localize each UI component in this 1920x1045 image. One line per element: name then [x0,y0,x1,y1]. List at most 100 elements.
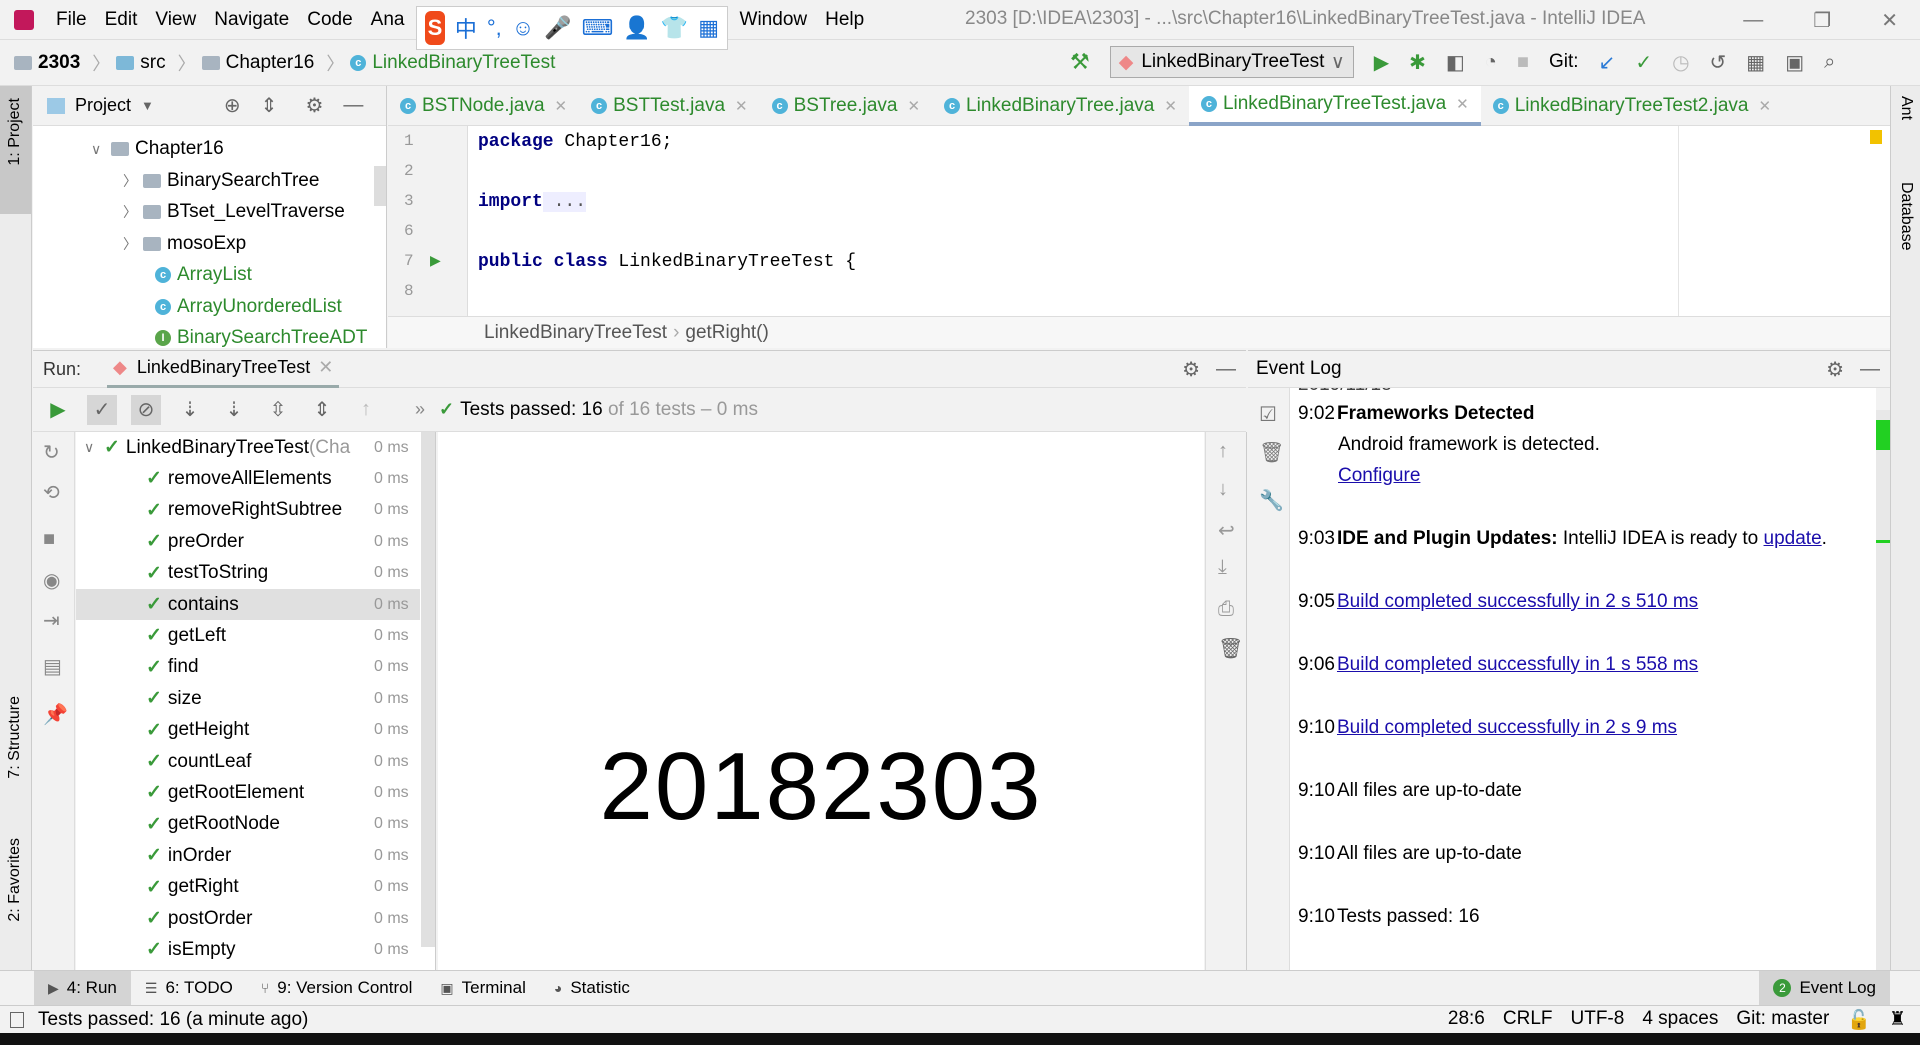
gear-icon[interactable]: ⚙ [305,93,323,118]
test-row[interactable]: ✓ getLeft 0 ms [76,620,420,651]
project-tree-item[interactable]: ∨ Chapter16 [91,134,224,164]
collapse-all-tests-icon[interactable]: ⇕ [307,395,337,425]
breadcrumb-file[interactable]: LinkedBinaryTreeTest [372,52,555,74]
close-tab-icon[interactable]: ✕ [318,357,333,378]
import-tests-icon[interactable]: ⇥ [43,608,60,633]
test-row[interactable]: ✓ removeAllElements 0 ms [76,463,420,494]
project-view-select[interactable]: Project [75,95,131,116]
menu-navigate[interactable]: Navigate [214,9,289,31]
sort-alpha-icon[interactable]: ⇣ [175,395,205,425]
tool-window-todo[interactable]: ☰ 6: TODO [131,971,247,1005]
inspector-icon[interactable]: ♜ [1889,1008,1906,1032]
expand-all-icon[interactable]: ⇳ [263,395,293,425]
scroll-to-end-icon[interactable]: ⤓ [1218,556,1227,579]
menu-view[interactable]: View [155,9,196,31]
layout-icon[interactable]: ▤ [43,654,62,679]
up-icon[interactable]: ↑ [1218,440,1228,463]
git-commit-icon[interactable]: ✓ [1635,50,1652,75]
rerun-failed-icon[interactable]: ↻ [43,440,60,465]
chevron-down-icon[interactable]: ∨ [91,141,111,158]
project-tree-item[interactable]: 〉 BTset_LevelTraverse [123,197,345,227]
hide-icon[interactable]: — [343,94,363,117]
close-button[interactable]: ✕ [1881,8,1898,33]
chevron-right-icon[interactable]: 〉 [123,234,143,254]
build-hammer-icon[interactable]: ⚒ [1070,49,1090,75]
console-output[interactable]: 20182303 [438,432,1204,970]
editor-tab[interactable]: c BSTNode.java ✕ [388,86,579,126]
chevron-down-icon[interactable]: ∨ [84,439,104,456]
breadcrumb-class[interactable]: LinkedBinaryTreeTest [484,322,667,344]
git-history-icon[interactable]: ◷ [1672,50,1689,75]
chevron-right-icon[interactable]: 〉 [123,171,143,191]
structure-tool-button[interactable]: 7: Structure [6,696,24,779]
tool-window-terminal[interactable]: ▣ Terminal [426,971,539,1005]
menu-code[interactable]: Code [307,9,352,31]
database-tool-button[interactable]: Database [1897,182,1915,251]
toggle-auto-test-icon[interactable]: ⟲ [43,480,60,505]
menu-window[interactable]: Window [740,9,808,31]
run-tab[interactable]: ◆ LinkedBinaryTreeTest ✕ [107,351,340,388]
menu-help[interactable]: Help [825,9,864,31]
editor-tab[interactable]: c BSTTest.java ✕ [579,86,760,126]
previous-failed-icon[interactable]: ↑ [351,395,381,425]
project-scrollbar[interactable] [374,166,386,206]
ime-button[interactable]: ☺ [512,15,534,41]
test-row[interactable]: ✓ find 0 ms [76,652,420,683]
git-branch[interactable]: Git: master [1736,1008,1829,1032]
event-log-button[interactable]: 2 Event Log [1759,971,1890,1005]
close-tab-icon[interactable]: ✕ [907,97,920,115]
breadcrumb-src[interactable]: src [140,52,165,74]
git-revert-icon[interactable]: ↺ [1710,50,1727,75]
ime-button[interactable]: 🎤 [544,15,571,41]
clear-log-icon[interactable]: 🗑 [1259,440,1284,465]
coverage-icon[interactable]: ◧ [1446,50,1465,75]
close-tab-icon[interactable]: ✕ [1456,95,1469,113]
status-toggle-icon[interactable] [10,1011,24,1028]
caret-position[interactable]: 28:6 [1448,1008,1485,1032]
project-tool-button[interactable]: 1: Project [6,98,24,166]
line-separator[interactable]: CRLF [1503,1008,1553,1032]
status-message[interactable]: Tests passed: 16 (a minute ago) [38,1009,308,1031]
test-row[interactable]: ✓ inOrder 0 ms [76,840,420,871]
test-row[interactable]: ✓ getRight 0 ms [76,872,420,903]
event-log-hide-icon[interactable]: — [1860,358,1880,381]
show-ignored-icon[interactable]: ⊘ [131,394,161,425]
show-passed-icon[interactable]: ✓ [87,394,117,425]
rerun-icon[interactable]: ▶ [43,395,73,425]
code-editor[interactable]: 1 2 3 6 7 ▶ 8 package Chapter16; import ... publ… [388,126,1890,316]
breadcrumb-project[interactable]: 2303 [38,52,80,74]
project-structure-icon[interactable]: ▦ [1746,50,1765,75]
sort-duration-icon[interactable]: ⇣ [219,395,249,425]
git-update-icon[interactable]: ↙ [1599,50,1616,75]
breadcrumb-chapter[interactable]: Chapter16 [226,52,315,74]
stop-icon[interactable]: ■ [1517,51,1529,74]
test-suite-row[interactable]: ∨ ✓ LinkedBinaryTreeTest (Cha 0 ms [76,432,420,463]
close-tab-icon[interactable]: ✕ [555,97,568,115]
editor-tab[interactable]: c LinkedBinaryTree.java ✕ [932,86,1189,126]
run-hide-icon[interactable]: — [1216,358,1236,381]
indent-setting[interactable]: 4 spaces [1642,1008,1718,1032]
test-row[interactable]: ✓ testToString 0 ms [76,558,420,589]
project-tree-item[interactable]: c ArrayUnorderedList [155,292,342,322]
ime-button[interactable]: 👤 [623,15,650,41]
profile-icon[interactable]: ◔ [1485,51,1497,74]
event-log-gear-icon[interactable]: ⚙ [1826,357,1844,382]
close-tab-icon[interactable]: ✕ [1758,97,1771,115]
ime-button[interactable]: °, [487,15,502,41]
test-row[interactable]: ✓ getRootElement 0 ms [76,777,420,808]
run-gutter-icon[interactable]: ▶ [430,252,441,269]
ant-tool-button[interactable]: Ant [1897,96,1915,120]
project-tree-item[interactable]: c ArrayList [155,260,252,290]
test-row[interactable]: ✓ removeRightSubtree 0 ms [76,495,420,526]
lock-icon[interactable]: 🔓 [1847,1008,1871,1032]
close-tab-icon[interactable]: ✕ [735,97,748,115]
editor-tab[interactable]: c BSTree.java ✕ [760,86,932,126]
locate-icon[interactable]: ⊕ [224,93,241,118]
mark-read-icon[interactable]: ☑ [1259,402,1277,427]
log-link[interactable]: update [1764,528,1822,549]
test-row[interactable]: ✓ postOrder 0 ms [76,903,420,934]
test-row[interactable]: ✓ preOrder 0 ms [76,526,420,557]
test-row[interactable]: ✓ countLeaf 0 ms [76,746,420,777]
collapse-all-icon[interactable]: ⇕ [261,93,278,118]
down-icon[interactable]: ↓ [1218,478,1228,501]
